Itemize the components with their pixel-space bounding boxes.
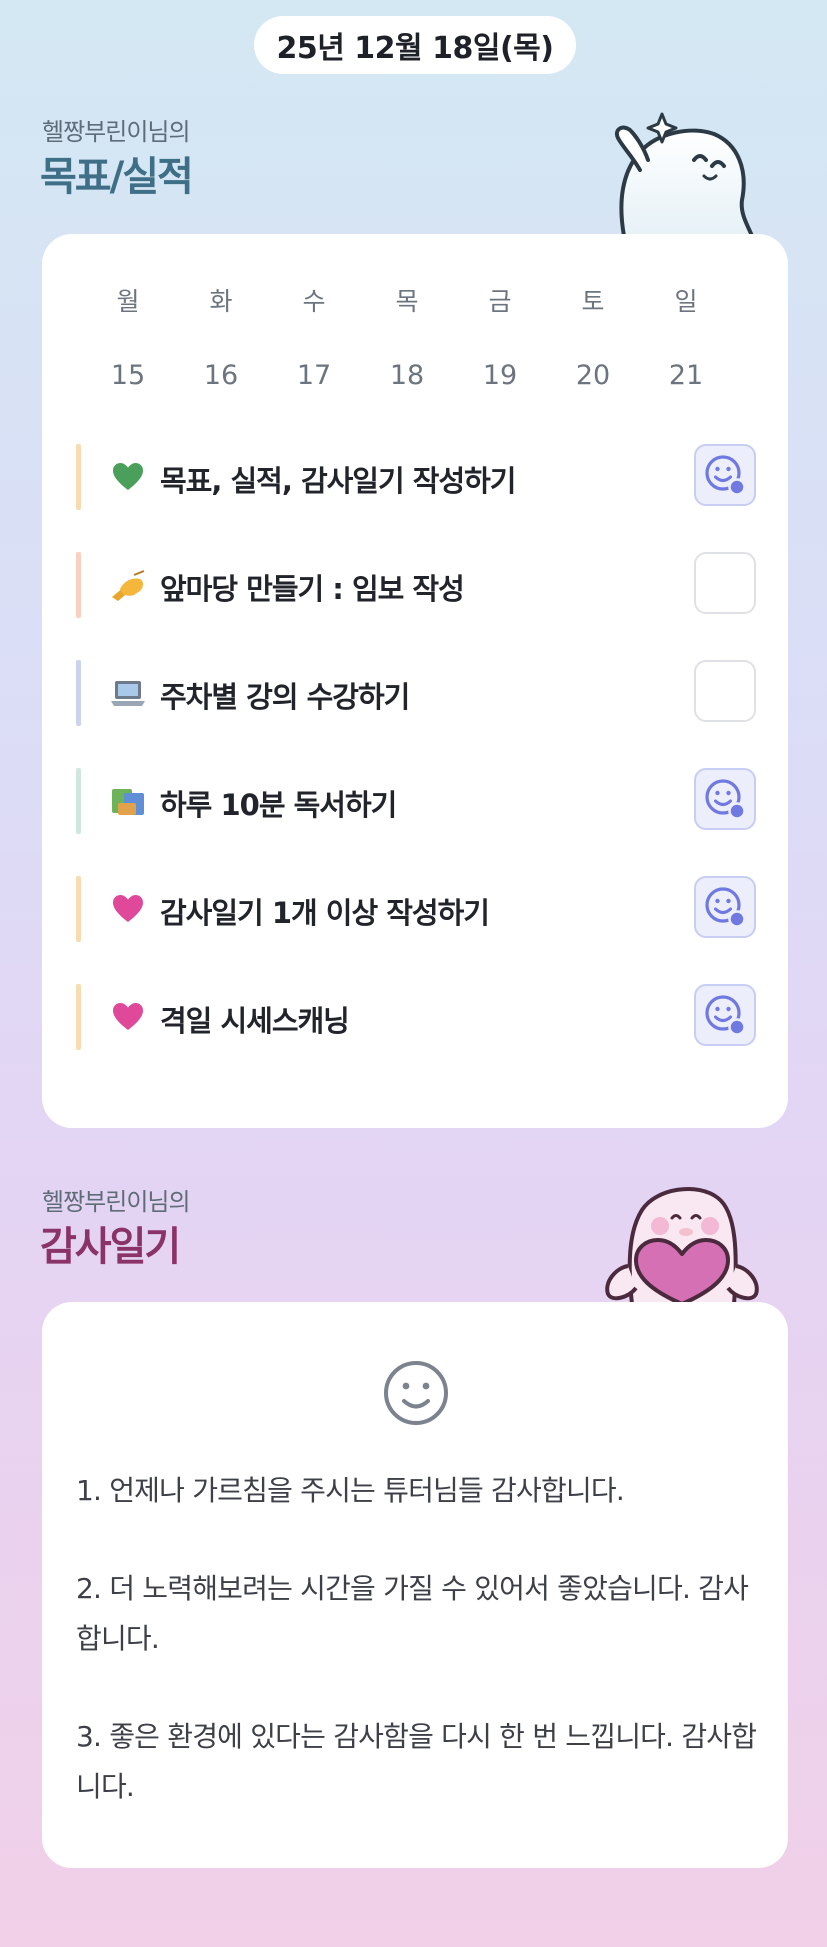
smile-check-icon (705, 995, 746, 1036)
date-pill[interactable]: 25년 12월 18일(목) (254, 16, 576, 74)
mascot-heart-illustration (605, 1186, 759, 1304)
weekday-mon[interactable]: 월 (98, 282, 158, 318)
weekday-sun[interactable]: 일 (656, 282, 716, 318)
todo-label: 격일 시세스캐닝 (160, 1004, 350, 1038)
todo-item: 주차별 강의 수강하기 (76, 660, 756, 726)
todo-label: 앞마당 만들기 : 임보 작성 (160, 572, 465, 606)
date-19[interactable]: 19 (470, 360, 530, 391)
smile-check-icon (705, 887, 746, 928)
todo-checkbox[interactable] (694, 660, 756, 722)
green-heart-icon (110, 460, 146, 494)
todo-label: 하루 10분 독서하기 (160, 788, 397, 822)
weekday-row: 월 화 수 목 금 토 일 (98, 282, 716, 318)
todo-checkbox[interactable] (694, 984, 756, 1046)
laptop-icon (110, 676, 146, 710)
books-icon (110, 784, 146, 818)
gratitude-line: 2. 더 노력해보려는 시간을 가질 수 있어서 좋았습니다. 감사합니다. (76, 1572, 749, 1655)
todo-accent-bar (76, 552, 81, 618)
gratitude-section-title: 감사일기 (40, 1224, 181, 1270)
todo-item: 격일 시세스캐닝 (76, 984, 756, 1050)
date-15[interactable]: 15 (98, 360, 158, 391)
todo-checkbox[interactable] (694, 768, 756, 830)
gratitude-owner-label: 헬짱부린이님의 (42, 1188, 191, 1216)
writing-hand-icon (110, 568, 146, 602)
todo-item: 감사일기 1개 이상 작성하기 (76, 876, 756, 942)
weekday-tue[interactable]: 화 (191, 282, 251, 318)
gratitude-entry: 1. 언제나 가르침을 주시는 튜터님들 감사합니다. 2. 더 노력해보려는 … (76, 1466, 766, 1860)
todo-item: 앞마당 만들기 : 임보 작성 (76, 552, 756, 618)
goals-card: 월 화 수 목 금 토 일 15 16 17 18 19 20 21 목표, 실… (42, 234, 788, 1128)
date-18[interactable]: 18 (377, 360, 437, 391)
gratitude-line: 3. 좋은 환경에 있다는 감사함을 다시 한 번 느낍니다. 감사합니다. (76, 1720, 757, 1803)
date-21[interactable]: 21 (656, 360, 716, 391)
date-17[interactable]: 17 (284, 360, 344, 391)
todo-item: 목표, 실적, 감사일기 작성하기 (76, 444, 756, 510)
todo-accent-bar (76, 984, 81, 1050)
gratitude-card: 1. 언제나 가르침을 주시는 튜터님들 감사합니다. 2. 더 노력해보려는 … (42, 1302, 788, 1868)
todo-label: 목표, 실적, 감사일기 작성하기 (160, 464, 516, 498)
todo-item: 하루 10분 독서하기 (76, 768, 756, 834)
todo-accent-bar (76, 768, 81, 834)
smile-check-icon (705, 455, 746, 496)
goals-owner-label: 헬짱부린이님의 (42, 118, 191, 146)
date-row: 15 16 17 18 19 20 21 (98, 360, 716, 391)
todo-list: 목표, 실적, 감사일기 작성하기 앞마당 만들기 : 임보 작성 주차별 강의… (76, 444, 756, 1092)
todo-checkbox[interactable] (694, 444, 756, 506)
weekday-sat[interactable]: 토 (563, 282, 623, 318)
todo-accent-bar (76, 876, 81, 942)
pink-heart-icon (110, 892, 146, 926)
week-calendar: 월 화 수 목 금 토 일 15 16 17 18 19 20 21 (98, 282, 716, 391)
weekday-fri[interactable]: 금 (470, 282, 530, 318)
todo-accent-bar (76, 444, 81, 510)
todo-label: 주차별 강의 수강하기 (160, 680, 410, 714)
smile-check-icon (705, 779, 746, 820)
todo-checkbox[interactable] (694, 552, 756, 614)
mascot-ghost-illustration (615, 112, 754, 236)
weekday-thu[interactable]: 목 (377, 282, 437, 318)
gratitude-line: 1. 언제나 가르침을 주시는 튜터님들 감사합니다. (76, 1474, 625, 1507)
goals-section-title: 목표/실적 (40, 154, 194, 200)
todo-checkbox[interactable] (694, 876, 756, 938)
smile-face-icon[interactable] (381, 1358, 451, 1428)
pink-heart-icon (110, 1000, 146, 1034)
todo-label: 감사일기 1개 이상 작성하기 (160, 896, 490, 930)
date-16[interactable]: 16 (191, 360, 251, 391)
weekday-wed[interactable]: 수 (284, 282, 344, 318)
todo-accent-bar (76, 660, 81, 726)
date-20[interactable]: 20 (563, 360, 623, 391)
